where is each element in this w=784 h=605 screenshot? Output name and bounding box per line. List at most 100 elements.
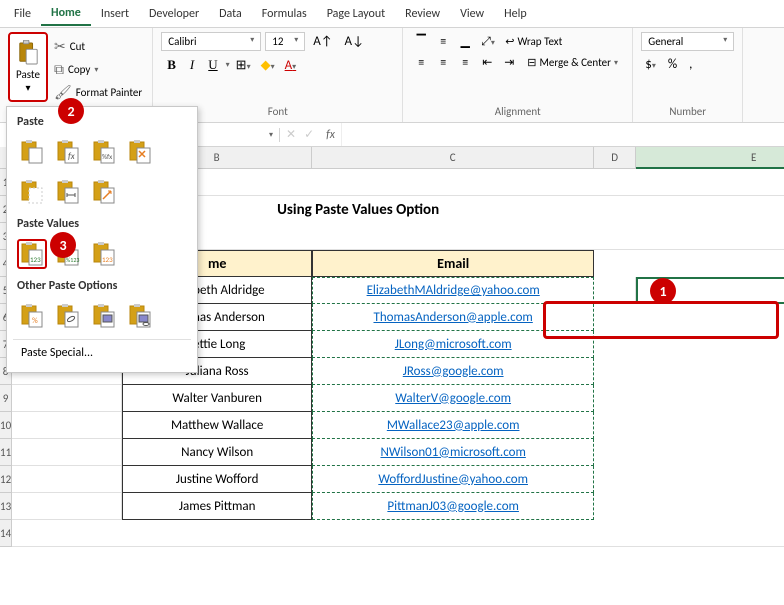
cell-b9[interactable]: Walter Vanburen (122, 385, 312, 412)
cell-c13[interactable]: PittmanJ03@google.com (312, 493, 594, 520)
number-format-select[interactable]: General▾ (641, 32, 734, 51)
align-top-button[interactable]: ▔ (411, 32, 431, 51)
callout-2: 2 (58, 98, 84, 124)
paste-transpose-option[interactable] (89, 177, 119, 207)
menu-file[interactable]: File (4, 3, 41, 25)
wrap-text-button[interactable]: ↩Wrap Text (499, 33, 568, 50)
callout-1: 1 (650, 278, 676, 304)
paste-button[interactable]: Paste ▾ (8, 32, 48, 102)
wrap-icon: ↩ (505, 35, 514, 48)
font-name-select[interactable]: Calibri▾ (161, 32, 261, 51)
svg-text:%123: %123 (66, 256, 79, 264)
cut-button[interactable]: ✂Cut (52, 36, 144, 57)
menu-page-layout[interactable]: Page Layout (317, 3, 395, 25)
paste-formulas-option[interactable]: fx (53, 137, 83, 167)
paste-linked-picture-option[interactable] (125, 301, 155, 331)
menu-review[interactable]: Review (395, 3, 450, 25)
paste-no-borders-option[interactable] (17, 177, 47, 207)
other-paste-section-label: Other Paste Options (13, 277, 191, 299)
alignment-group-label: Alignment (411, 103, 624, 118)
menu-view[interactable]: View (450, 3, 494, 25)
align-right-button[interactable]: ≡ (455, 54, 475, 72)
italic-button[interactable]: I (184, 55, 200, 75)
header-email[interactable]: Email (312, 250, 594, 277)
paste-formulas-numbers-option[interactable]: %fx (89, 137, 119, 167)
menu-formulas[interactable]: Formulas (252, 3, 317, 25)
menu-help[interactable]: Help (494, 3, 537, 25)
row-header-9[interactable]: 9 (0, 385, 12, 412)
paste-section-label: Paste (13, 113, 191, 135)
copy-button[interactable]: ⧉Copy ▾ (52, 59, 144, 80)
svg-text:123: 123 (30, 255, 41, 264)
confirm-formula-icon[interactable]: ✓ (304, 127, 314, 142)
underline-button[interactable]: U (202, 55, 223, 75)
cell-c9[interactable]: WalterV@google.com (312, 385, 594, 412)
row-header-14[interactable]: 14 (0, 520, 12, 547)
ribbon-alignment-group: ▔ ≡ ▁ ⤢▾ ↩Wrap Text ≡ ≡ ≡ ⇤ ⇥ ⊟Merge & C… (403, 28, 633, 122)
currency-button[interactable]: $▾ (641, 55, 660, 74)
borders-button[interactable]: ⊞▾ (232, 56, 255, 75)
menu-insert[interactable]: Insert (91, 3, 139, 25)
paste-column-widths-option[interactable] (53, 177, 83, 207)
col-header-c[interactable]: C (312, 147, 594, 169)
align-left-button[interactable]: ≡ (411, 54, 431, 72)
fill-color-button[interactable]: ◆▾ (257, 56, 279, 75)
paste-values-source-option[interactable]: 123 (89, 239, 119, 269)
paste-link-option[interactable] (53, 301, 83, 331)
paste-keep-source-option[interactable] (125, 137, 155, 167)
col-header-d[interactable]: D (594, 147, 636, 169)
cancel-formula-icon[interactable]: ✕ (286, 127, 296, 142)
cell-b12[interactable]: Justine Wofford (122, 466, 312, 493)
cell-b11[interactable]: Nancy Wilson (122, 439, 312, 466)
paste-special-button[interactable]: Paste Special... (13, 339, 191, 366)
paste-all-option[interactable] (17, 137, 47, 167)
svg-text:123: 123 (102, 255, 113, 264)
scissors-icon: ✂ (54, 38, 66, 55)
menu-home[interactable]: Home (41, 2, 91, 26)
bold-button[interactable]: B (161, 55, 182, 75)
row-header-10[interactable]: 10 (0, 412, 12, 439)
increase-font-button[interactable]: A↑ (309, 32, 336, 51)
cell-b10[interactable]: Matthew Wallace (122, 412, 312, 439)
cell-c5[interactable]: ElizabethMAldridge@yahoo.com (312, 277, 594, 304)
row-header-13[interactable]: 13 (0, 493, 12, 520)
cell-c8[interactable]: JRoss@google.com (312, 358, 594, 385)
align-middle-button[interactable]: ≡ (433, 33, 453, 51)
formula-input[interactable] (341, 123, 784, 146)
percent-button[interactable]: % (664, 55, 681, 74)
decrease-font-button[interactable]: A↓ (341, 32, 368, 51)
font-size-select[interactable]: 12▾ (265, 32, 305, 51)
align-bottom-button[interactable]: ▁ (455, 32, 475, 51)
paste-picture-option[interactable] (89, 301, 119, 331)
paste-label: Paste (16, 68, 40, 81)
font-color-button[interactable]: A▾ (281, 56, 301, 75)
increase-indent-button[interactable]: ⇥ (499, 53, 519, 72)
align-center-button[interactable]: ≡ (433, 54, 453, 72)
cell-c11[interactable]: NWilson01@microsoft.com (312, 439, 594, 466)
menu-developer[interactable]: Developer (139, 3, 209, 25)
row-header-11[interactable]: 11 (0, 439, 12, 466)
decrease-indent-button[interactable]: ⇤ (477, 53, 497, 72)
number-group-label: Number (641, 103, 734, 118)
cell-c10[interactable]: MWallace23@apple.com (312, 412, 594, 439)
col-header-e[interactable]: E (636, 147, 784, 169)
cell-c12[interactable]: WoffordJustine@yahoo.com (312, 466, 594, 493)
comma-button[interactable]: , (685, 55, 696, 74)
menu-data[interactable]: Data (209, 3, 252, 25)
paste-values-option[interactable]: 123 (17, 239, 47, 269)
cell-d5[interactable] (594, 277, 636, 304)
copy-label: Copy (68, 63, 90, 76)
svg-text:%fx: %fx (102, 152, 112, 161)
merge-center-button[interactable]: ⊟Merge & Center ▾ (521, 54, 624, 71)
svg-text:fx: fx (68, 151, 75, 162)
menu-bar: File Home Insert Developer Data Formulas… (0, 0, 784, 28)
merge-icon: ⊟ (527, 56, 536, 69)
orientation-button[interactable]: ⤢▾ (477, 33, 497, 51)
paste-formatting-option[interactable]: % (17, 301, 47, 331)
cell-c6[interactable]: ThomasAnderson@apple.com (312, 304, 594, 331)
cell-c7[interactable]: JLong@microsoft.com (312, 331, 594, 358)
cell-b13[interactable]: James Pittman (122, 493, 312, 520)
fx-button[interactable]: fx (320, 128, 341, 142)
row-header-12[interactable]: 12 (0, 466, 12, 493)
callout-3: 3 (50, 232, 76, 258)
